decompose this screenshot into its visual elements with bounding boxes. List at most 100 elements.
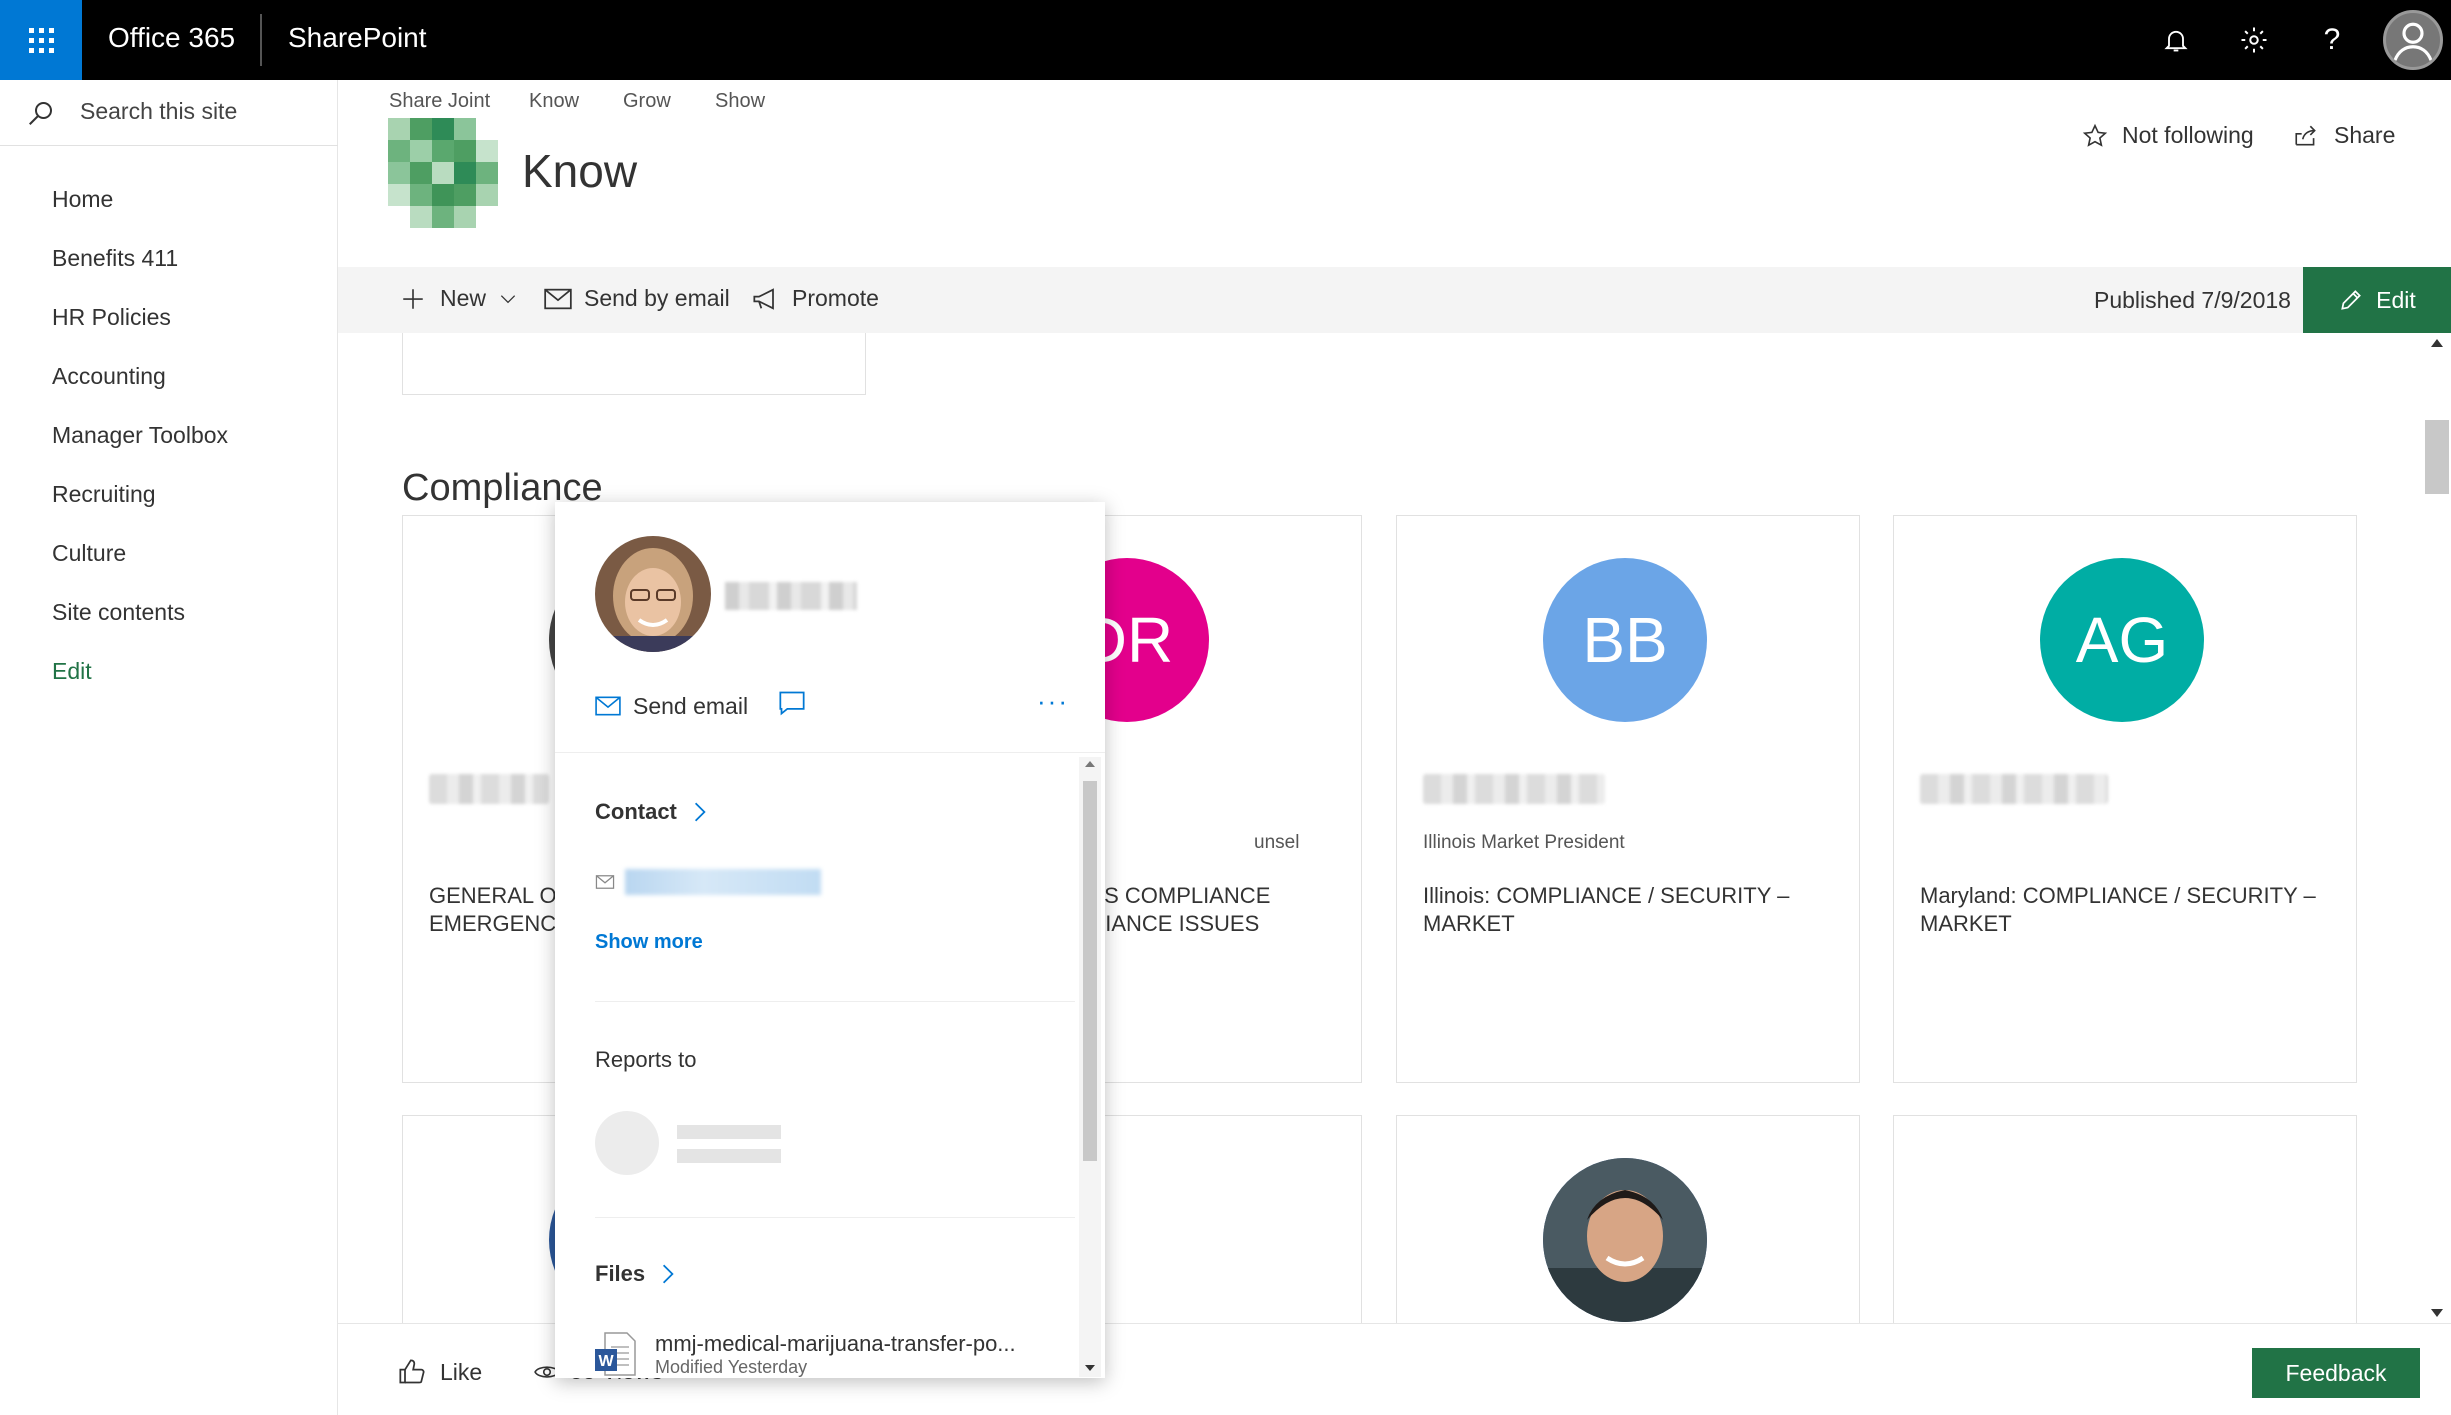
feedback-button[interactable]: Feedback <box>2252 1348 2420 1398</box>
person-description: Illinois: COMPLIANCE / SECURITY – MARKET <box>1423 883 1790 936</box>
nav-item-accounting[interactable]: Accounting <box>52 363 166 390</box>
follow-button[interactable]: Not following <box>2082 122 2254 149</box>
mail-icon <box>595 875 615 889</box>
bell-icon <box>2164 30 2188 52</box>
scroll-down-arrow-icon[interactable] <box>1085 1365 1095 1371</box>
person-avatar: JC <box>2040 1158 2204 1322</box>
svg-text:W: W <box>598 1353 614 1370</box>
published-status: Published 7/9/2018 <box>2094 287 2291 313</box>
search-icon <box>29 102 52 125</box>
send-by-email-button[interactable]: Send by email <box>544 285 730 312</box>
site-logo[interactable] <box>388 118 498 228</box>
left-navigation: Home Benefits 411 HR Policies Accounting… <box>0 80 338 1415</box>
person-role: Illinois Market President <box>1423 832 1625 853</box>
promote-label: Promote <box>792 285 879 311</box>
nav-item-benefits-411[interactable]: Benefits 411 <box>52 245 178 272</box>
command-bar: New Send by email Promote Published 7/9/… <box>338 267 2451 333</box>
person-icon <box>2393 22 2433 61</box>
nav-item-recruiting[interactable]: Recruiting <box>52 481 156 508</box>
people-card[interactable]: AG Maryland: COMPLIANCE / SECURITY – MARK… <box>1893 515 2357 1083</box>
file-name: mmj-medical-marijuana-transfer-po... <box>655 1331 1016 1356</box>
people-card[interactable]: BB Illinois Market President Illinois: C… <box>1396 515 1860 1083</box>
me-avatar-button[interactable] <box>2383 10 2443 70</box>
suite-bar: Office 365 SharePoint ? <box>0 0 2451 80</box>
chat-button[interactable] <box>778 690 806 722</box>
reports-to-heading: Reports to <box>595 1047 697 1072</box>
files-section-link[interactable]: Files <box>595 1261 677 1287</box>
person-avatar: AG <box>2040 558 2204 722</box>
new-label: New <box>440 285 487 311</box>
loading-placeholder <box>677 1125 781 1139</box>
profile-photo <box>595 536 711 652</box>
divider <box>595 1001 1075 1002</box>
scroll-down-arrow-icon[interactable] <box>2431 1309 2443 1317</box>
pencil-icon <box>2341 290 2362 310</box>
person-avatar: BB <box>1543 558 1707 722</box>
nav-item-culture[interactable]: Culture <box>52 540 126 567</box>
person-name-redacted <box>429 774 549 804</box>
send-email-button[interactable]: Send email <box>595 693 748 720</box>
search-input[interactable] <box>80 98 320 125</box>
contact-section-link[interactable]: Contact <box>595 799 709 825</box>
star-icon <box>2082 123 2108 147</box>
promote-button[interactable]: Promote <box>752 285 879 312</box>
breadcrumb-share-joint[interactable]: Share Joint <box>389 90 490 113</box>
scroll-up-arrow-icon[interactable] <box>1085 761 1095 767</box>
nav-edit-link[interactable]: Edit <box>52 658 92 685</box>
profile-card-popup[interactable]: Send email ··· Contact Show more Reports… <box>555 502 1105 1378</box>
share-icon <box>2295 125 2316 145</box>
avatar-initials: AG <box>2075 604 2169 676</box>
previous-web-part <box>402 333 866 395</box>
profile-photo-image <box>595 536 711 652</box>
file-item[interactable]: W mmj-medical-marijuana-transfer-po... M… <box>595 1331 1016 1378</box>
profile-pane-scrollbar[interactable] <box>1079 757 1101 1377</box>
mail-icon <box>544 288 572 309</box>
follow-label: Not following <box>2122 122 2254 148</box>
like-button[interactable]: Like <box>398 1358 482 1386</box>
site-search-box[interactable] <box>0 80 338 146</box>
settings-button[interactable] <box>2232 18 2276 62</box>
breadcrumb-grow[interactable]: Grow <box>623 90 671 113</box>
divider <box>595 1217 1075 1218</box>
files-label: Files <box>595 1261 646 1286</box>
profile-name-redacted <box>725 582 857 610</box>
people-card[interactable]: JC <box>1893 1115 2357 1323</box>
email-address-redacted[interactable] <box>625 869 821 895</box>
new-button[interactable]: New <box>400 285 518 312</box>
nav-item-hr-policies[interactable]: HR Policies <box>52 304 171 331</box>
help-button[interactable]: ? <box>2310 18 2354 62</box>
chat-icon <box>779 691 805 716</box>
app-launcher-button[interactable] <box>0 0 82 80</box>
scrollbar-thumb[interactable] <box>2425 420 2449 494</box>
megaphone-icon <box>753 287 774 310</box>
breadcrumb-show[interactable]: Show <box>715 90 765 113</box>
brand-separator <box>260 14 262 66</box>
nav-item-home[interactable]: Home <box>52 186 113 213</box>
scroll-up-arrow-icon[interactable] <box>2431 339 2443 347</box>
thumbs-up-icon <box>399 1359 425 1384</box>
nav-item-site-contents[interactable]: Site contents <box>52 599 185 626</box>
file-modified: Modified Yesterday <box>655 1357 808 1377</box>
chevron-right-icon <box>663 1264 674 1284</box>
show-more-link[interactable]: Show more <box>595 931 703 954</box>
like-label: Like <box>440 1358 483 1385</box>
loading-placeholder <box>677 1149 781 1163</box>
person-role: unsel <box>1254 832 1300 853</box>
breadcrumb-know[interactable]: Know <box>529 90 579 113</box>
scrollbar-thumb[interactable] <box>1083 781 1097 1161</box>
send-email-label: Send email <box>633 692 749 719</box>
page-title: Know <box>522 145 638 197</box>
share-button[interactable]: Share <box>2292 122 2395 149</box>
person-description: Maryland: COMPLIANCE / SECURITY – MARKET <box>1920 883 2316 936</box>
person-name-redacted <box>1920 774 2108 804</box>
edit-button[interactable]: Edit <box>2303 267 2451 333</box>
nav-item-manager-toolbox[interactable]: Manager Toolbox <box>52 422 228 449</box>
office365-brand-link[interactable]: Office 365 <box>108 22 235 54</box>
people-card[interactable] <box>1396 1115 1860 1323</box>
sharepoint-app-link[interactable]: SharePoint <box>288 22 427 54</box>
more-options-button[interactable]: ··· <box>1037 686 1069 717</box>
chevron-right-icon <box>694 802 706 822</box>
avatar-initials: JC <box>2082 1204 2162 1276</box>
notifications-button[interactable] <box>2154 18 2198 62</box>
person-photo-image <box>1543 1158 1707 1322</box>
